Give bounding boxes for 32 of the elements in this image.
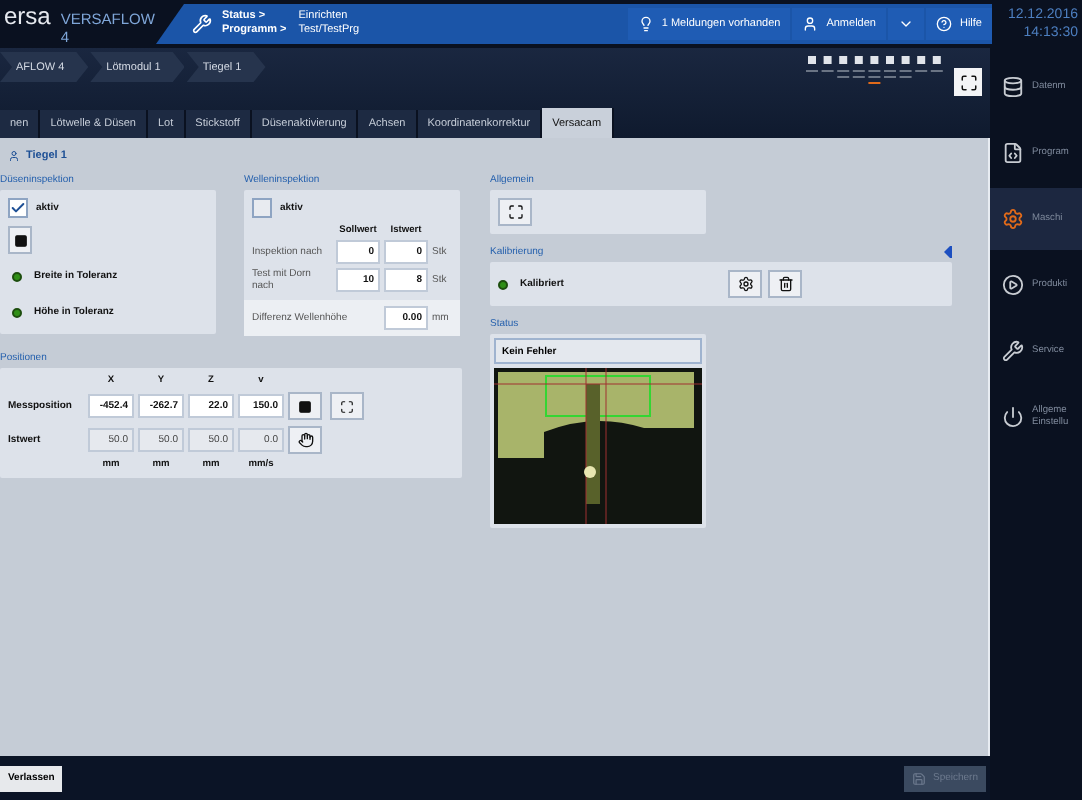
delete-button[interactable] [768, 270, 802, 298]
play-icon [1002, 274, 1024, 296]
document-icon [1002, 142, 1024, 164]
lightbulb-icon [637, 16, 654, 32]
nozzle-button[interactable] [8, 226, 32, 254]
frame-icon [340, 399, 354, 413]
aktiv-checkbox[interactable] [252, 198, 272, 218]
axis-button[interactable] [330, 392, 364, 420]
fullscreen-icon [507, 204, 523, 220]
aktiv-checkbox[interactable] [8, 198, 28, 218]
fullscreen-button[interactable] [498, 198, 532, 226]
tools-icon [192, 14, 212, 34]
trash-icon [777, 276, 793, 292]
logo-text: ersa [4, 2, 51, 30]
chevron-down-icon [897, 16, 914, 32]
calibrate-button[interactable] [728, 270, 762, 298]
gear-icon [737, 276, 753, 292]
user-icon [802, 16, 819, 32]
dropdown-button[interactable] [887, 8, 924, 40]
power-icon [1002, 406, 1024, 428]
marker-icon [944, 246, 952, 258]
fullscreen-button[interactable] [954, 68, 982, 96]
help-icon [935, 16, 952, 32]
check-icon [10, 200, 26, 216]
database-icon [1002, 76, 1024, 98]
fullscreen-icon [959, 73, 977, 91]
hand-icon [297, 432, 313, 448]
wrench-icon [1002, 340, 1024, 362]
save-icon [912, 771, 927, 785]
settings-icon [1002, 208, 1024, 230]
jog-button[interactable] [288, 426, 322, 454]
nozzle-button[interactable] [288, 392, 322, 420]
